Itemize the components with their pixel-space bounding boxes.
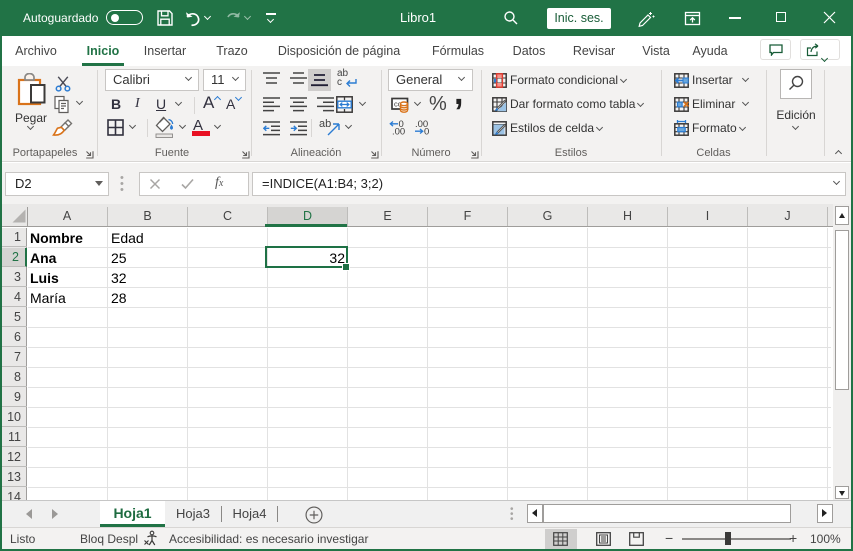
svg-text:.00: .00 <box>392 127 405 136</box>
svg-text:0: 0 <box>424 127 429 136</box>
